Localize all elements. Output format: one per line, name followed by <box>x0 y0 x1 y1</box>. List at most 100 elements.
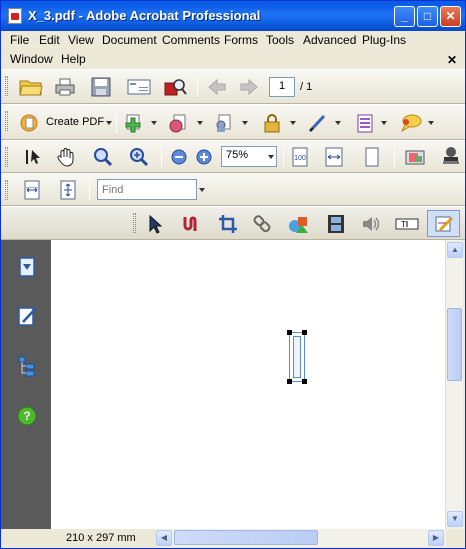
scroll-down-button[interactable]: ▼ <box>447 511 463 527</box>
menu-window[interactable]: Window <box>10 52 53 66</box>
create-pdf-icon[interactable] <box>19 113 39 133</box>
print-icon[interactable] <box>55 77 75 97</box>
horizontal-scroll-thumb[interactable] <box>174 530 318 545</box>
snapshot-icon[interactable] <box>405 147 425 167</box>
email-icon[interactable] <box>127 77 151 97</box>
export-dropdown[interactable] <box>197 121 203 125</box>
toolbar-grip <box>5 147 8 167</box>
save-icon[interactable] <box>91 77 111 97</box>
hand-icon[interactable] <box>56 147 76 167</box>
menu-advanced[interactable]: Advanced <box>303 33 356 47</box>
signatures-icon[interactable] <box>16 305 38 327</box>
horizontal-scrollbar[interactable]: ◀ ▶ <box>156 529 446 547</box>
sign-dropdown[interactable] <box>335 121 341 125</box>
menu-comments[interactable]: Comments <box>162 33 220 47</box>
forms-icon[interactable] <box>355 113 375 133</box>
zoom-value: 75% <box>226 149 249 161</box>
edit-form-icon <box>435 216 454 232</box>
tasks-toolbar: Create PDF <box>1 104 465 140</box>
crop-icon[interactable] <box>218 214 238 234</box>
find-toolbar <box>1 173 465 206</box>
movie-icon[interactable] <box>326 214 346 234</box>
3d-tool-icon[interactable] <box>288 214 310 234</box>
svg-text:100: 100 <box>294 155 306 162</box>
secure-dropdown[interactable] <box>290 121 296 125</box>
selected-field[interactable] <box>287 330 307 384</box>
fit-width-icon[interactable] <box>324 147 344 167</box>
next-page-icon[interactable] <box>239 77 259 97</box>
menu-help[interactable]: Help <box>61 52 86 66</box>
menu-view[interactable]: View <box>68 33 94 47</box>
maximize-button[interactable]: □ <box>417 6 438 27</box>
pages-icon[interactable] <box>16 256 38 278</box>
menu-edit[interactable]: Edit <box>39 33 60 47</box>
zoom-dropdown-arrow[interactable] <box>268 155 274 159</box>
fit-page-icon[interactable] <box>362 147 382 167</box>
sound-icon[interactable] <box>361 214 381 234</box>
forms-dropdown[interactable] <box>381 121 387 125</box>
toolbar-grip <box>5 180 8 200</box>
zoom-select[interactable]: 75% <box>221 146 277 167</box>
zoom-in-icon[interactable] <box>195 148 213 166</box>
menu-tools[interactable]: Tools <box>266 33 294 47</box>
link-tool-icon[interactable] <box>181 214 201 234</box>
zoom-in-tool-icon[interactable] <box>129 147 149 167</box>
open-folder-icon[interactable] <box>19 77 43 97</box>
zoom-out-icon[interactable] <box>170 148 188 166</box>
resize-handle[interactable] <box>287 379 292 384</box>
document-view[interactable] <box>51 240 445 529</box>
layers-icon[interactable] <box>16 355 38 377</box>
toolbar-grip <box>5 111 8 131</box>
actual-size-icon[interactable]: 100 <box>290 147 310 167</box>
create-pdf-dropdown[interactable] <box>106 121 112 125</box>
edit-form-button[interactable] <box>427 210 460 237</box>
close-document-button[interactable]: ✕ <box>447 53 457 67</box>
comment-dropdown[interactable] <box>428 121 434 125</box>
find-input[interactable] <box>97 179 197 200</box>
menu-document[interactable]: Document <box>102 33 157 47</box>
fit-width-page-icon[interactable] <box>22 180 42 200</box>
select-text-icon[interactable] <box>23 147 43 167</box>
combine-files-icon[interactable] <box>123 113 143 133</box>
svg-text:?: ? <box>23 409 30 423</box>
sign-pen-icon[interactable] <box>307 113 327 133</box>
menu-plug-ins[interactable]: Plug-Ins <box>362 33 406 47</box>
resize-handle[interactable] <box>287 330 292 335</box>
marquee-zoom-icon[interactable] <box>93 147 113 167</box>
menu-file[interactable]: File <box>10 33 29 47</box>
page-number-input[interactable]: 1 <box>269 77 295 97</box>
minimize-button[interactable]: _ <box>394 6 415 27</box>
review-dropdown[interactable] <box>242 121 248 125</box>
field-content <box>293 336 301 378</box>
select-object-icon[interactable] <box>146 214 166 234</box>
help-icon[interactable]: ? <box>16 405 38 427</box>
close-button[interactable]: ✕ <box>440 6 461 27</box>
review-comment-icon[interactable] <box>213 113 233 133</box>
comment-balloon-icon[interactable] <box>400 113 422 133</box>
scroll-right-button[interactable]: ▶ <box>428 530 444 546</box>
search-icon[interactable] <box>164 77 188 97</box>
create-pdf-label[interactable]: Create PDF <box>46 116 104 128</box>
vertical-scroll-thumb[interactable] <box>447 308 462 381</box>
page-size-label: 210 x 297 mm <box>66 532 136 544</box>
acrobat-window: X_3.pdf - Adobe Acrobat Professional _ □… <box>0 0 466 549</box>
resize-handle[interactable] <box>302 379 307 384</box>
combine-dropdown[interactable] <box>151 121 157 125</box>
scroll-left-button[interactable]: ◀ <box>156 530 172 546</box>
fit-page-view-icon[interactable] <box>58 180 78 200</box>
find-dropdown[interactable] <box>199 188 205 192</box>
stamp-icon[interactable] <box>441 146 461 166</box>
scroll-up-button[interactable]: ▲ <box>447 242 463 258</box>
chain-link-icon[interactable] <box>253 214 273 234</box>
file-toolbar: 1 / 1 <box>1 69 465 104</box>
text-field-icon[interactable]: T <box>395 214 419 234</box>
resize-handle[interactable] <box>302 330 307 335</box>
separator <box>116 113 117 133</box>
export-icon[interactable] <box>168 113 188 133</box>
secure-lock-icon[interactable] <box>262 113 282 133</box>
previous-page-icon[interactable] <box>207 77 227 97</box>
menu-forms[interactable]: Forms <box>224 33 258 47</box>
page-total: / 1 <box>300 81 313 93</box>
vertical-scrollbar[interactable]: ▲ ▼ <box>445 240 463 529</box>
navigation-pane: ? <box>1 240 51 529</box>
